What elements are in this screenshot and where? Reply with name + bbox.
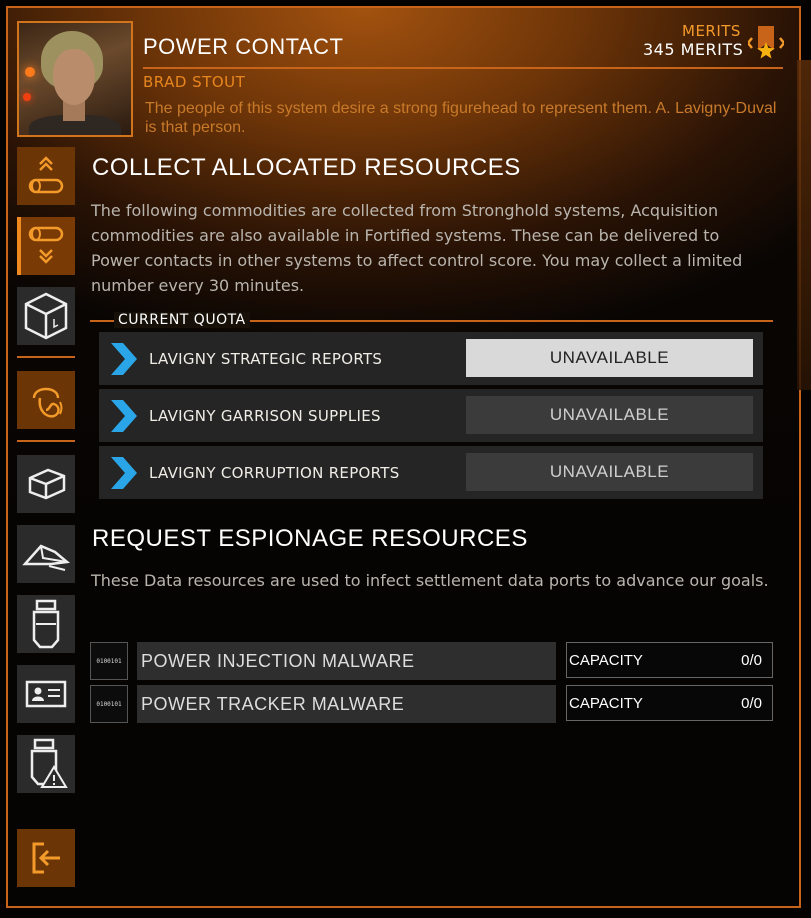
malware-row[interactable]: 0100101 POWER INJECTION MALWARE CAPACITY…: [90, 642, 773, 680]
id-card-icon: [25, 680, 67, 708]
capacity-value: 0/0: [741, 651, 762, 669]
espionage-section-title: REQUEST ESPIONAGE RESOURCES: [92, 525, 528, 552]
nav-canister-button[interactable]: [17, 595, 75, 653]
quota-item-name: LAVIGNY CORRUPTION REPORTS: [149, 464, 400, 482]
nav-wreckage-button[interactable]: [17, 525, 75, 583]
capacity-label: CAPACITY: [569, 651, 643, 669]
collect-description: The following commodities are collected …: [91, 201, 743, 295]
quota-label-text: CURRENT QUOTA: [114, 312, 250, 328]
quota-row: LAVIGNY GARRISON SUPPLIES UNAVAILABLE: [99, 389, 763, 442]
collect-resources-icon: [28, 156, 64, 194]
cargo-box-icon: [24, 292, 68, 340]
malware-name[interactable]: POWER TRACKER MALWARE: [137, 685, 556, 723]
deliver-resources-icon: [28, 226, 64, 264]
nav-deliver-button[interactable]: [17, 217, 75, 275]
collect-section-title: COLLECT ALLOCATED RESOURCES: [92, 154, 521, 181]
capacity-box: CAPACITY 0/0: [566, 642, 773, 678]
binary-data-icon: 0100101: [90, 685, 128, 723]
quota-status-button[interactable]: UNAVAILABLE: [466, 396, 753, 434]
espionage-description: These Data resources are used to infect …: [91, 571, 769, 590]
chevron-right-icon: [111, 400, 137, 432]
nav-crate-button[interactable]: [17, 455, 75, 513]
chevron-right-icon: [111, 457, 137, 489]
nav-exit-button[interactable]: [17, 829, 75, 887]
capacity-box: CAPACITY 0/0: [566, 685, 773, 721]
nav-divider: [17, 440, 75, 442]
crate-icon: [28, 468, 66, 500]
chevron-right-icon: [111, 343, 137, 375]
hazard-canister-icon: [30, 738, 68, 788]
merit-rank-icon: [748, 26, 784, 59]
quota-row: LAVIGNY STRATEGIC REPORTS UNAVAILABLE: [99, 332, 763, 385]
capacity-value: 0/0: [741, 694, 762, 712]
quota-item-name: LAVIGNY GARRISON SUPPLIES: [149, 407, 381, 425]
quota-status-button[interactable]: UNAVAILABLE: [466, 339, 753, 377]
capacity-label: CAPACITY: [569, 694, 643, 712]
malware-name[interactable]: POWER INJECTION MALWARE: [137, 642, 556, 680]
quota-label: CURRENT QUOTA: [108, 312, 256, 328]
contact-portrait: [17, 21, 133, 137]
quota-item-name: LAVIGNY STRATEGIC REPORTS: [149, 350, 383, 368]
merits-value: 345 MERITS: [643, 40, 744, 59]
merits-label: MERITS: [682, 22, 741, 40]
canister-icon: [32, 599, 60, 649]
nav-hazard-button[interactable]: [17, 735, 75, 793]
page-title: POWER CONTACT: [143, 34, 344, 59]
contact-headset-icon: [32, 387, 63, 418]
binary-data-icon: 0100101: [90, 642, 128, 680]
quota-row: LAVIGNY CORRUPTION REPORTS UNAVAILABLE: [99, 446, 763, 499]
malware-row[interactable]: 0100101 POWER TRACKER MALWARE CAPACITY 0…: [90, 685, 773, 723]
exit-icon: [32, 842, 60, 874]
background-strip: [797, 60, 811, 390]
quota-status-button[interactable]: UNAVAILABLE: [466, 453, 753, 491]
contact-quote: The people of this system desire a stron…: [145, 100, 777, 136]
nav-idcard-button[interactable]: [17, 665, 75, 723]
nav-collect-button[interactable]: [17, 147, 75, 205]
nav-contact-button[interactable]: [17, 371, 75, 429]
header-divider: [143, 67, 783, 69]
contact-name: BRAD STOUT: [143, 73, 246, 91]
wreckage-icon: [22, 544, 71, 571]
nav-cargo-button[interactable]: [17, 287, 75, 345]
nav-divider: [17, 356, 75, 358]
